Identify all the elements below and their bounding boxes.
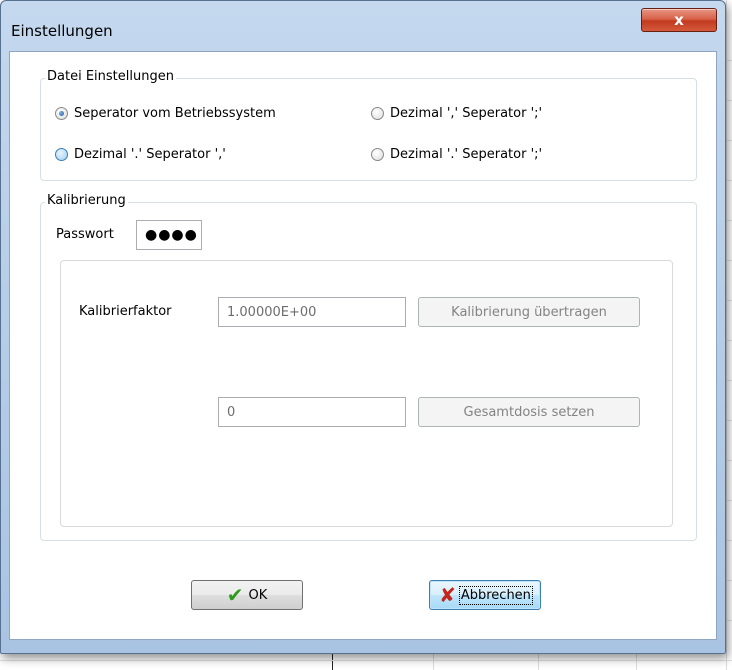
- dialog-client-area: Datei Einstellungen Seperator vom Betrie…: [9, 51, 717, 640]
- radio-os-separator[interactable]: Seperator vom Betriebssystem: [55, 106, 276, 121]
- radio-indicator: [55, 107, 68, 120]
- calibration-factor-label: Kalibrierfaktor: [79, 304, 172, 319]
- cancel-button[interactable]: ✘ Abbrechen: [429, 580, 541, 610]
- radio-indicator: [371, 107, 384, 120]
- radio-indicator: [371, 148, 384, 161]
- password-field[interactable]: ●●●●: [136, 220, 202, 250]
- ok-button[interactable]: ✔ OK: [191, 580, 303, 610]
- checkmark-icon: ✔: [226, 583, 244, 607]
- calibration-factor-field[interactable]: 1.00000E+00: [218, 297, 406, 327]
- radio-label: Dezimal '.' Seperator ',': [74, 147, 226, 162]
- radio-decimal-dot-semicolon[interactable]: Dezimal '.' Seperator ';': [371, 147, 542, 162]
- radio-indicator: [55, 148, 68, 161]
- close-icon: x: [674, 11, 684, 29]
- calibration-legend: Kalibrierung: [45, 193, 128, 208]
- ok-button-label: OK: [248, 587, 268, 603]
- radio-label: Dezimal '.' Seperator ';': [390, 147, 543, 162]
- total-dose-field[interactable]: 0: [218, 397, 406, 427]
- transfer-calibration-button[interactable]: Kalibrierung übertragen: [418, 297, 640, 327]
- password-label: Passwort: [56, 227, 114, 242]
- cross-icon: ✘: [439, 583, 456, 607]
- file-settings-legend: Datei Einstellungen: [45, 69, 176, 84]
- radio-decimal-comma-semicolon[interactable]: Dezimal ',' Seperator ';': [371, 106, 542, 121]
- settings-dialog: Einstellungen x Datei Einstellungen Sepe…: [0, 0, 726, 654]
- file-settings-group: [40, 78, 697, 181]
- radio-label: Seperator vom Betriebssystem: [74, 106, 276, 121]
- dialog-title: Einstellungen: [11, 22, 113, 40]
- radio-decimal-dot-comma[interactable]: Dezimal '.' Seperator ',': [55, 147, 226, 162]
- close-button[interactable]: x: [641, 8, 717, 32]
- radio-label: Dezimal ',' Seperator ';': [390, 106, 543, 121]
- set-total-dose-button[interactable]: Gesamtdosis setzen: [418, 397, 640, 427]
- cancel-button-label: Abbrechen: [458, 585, 533, 605]
